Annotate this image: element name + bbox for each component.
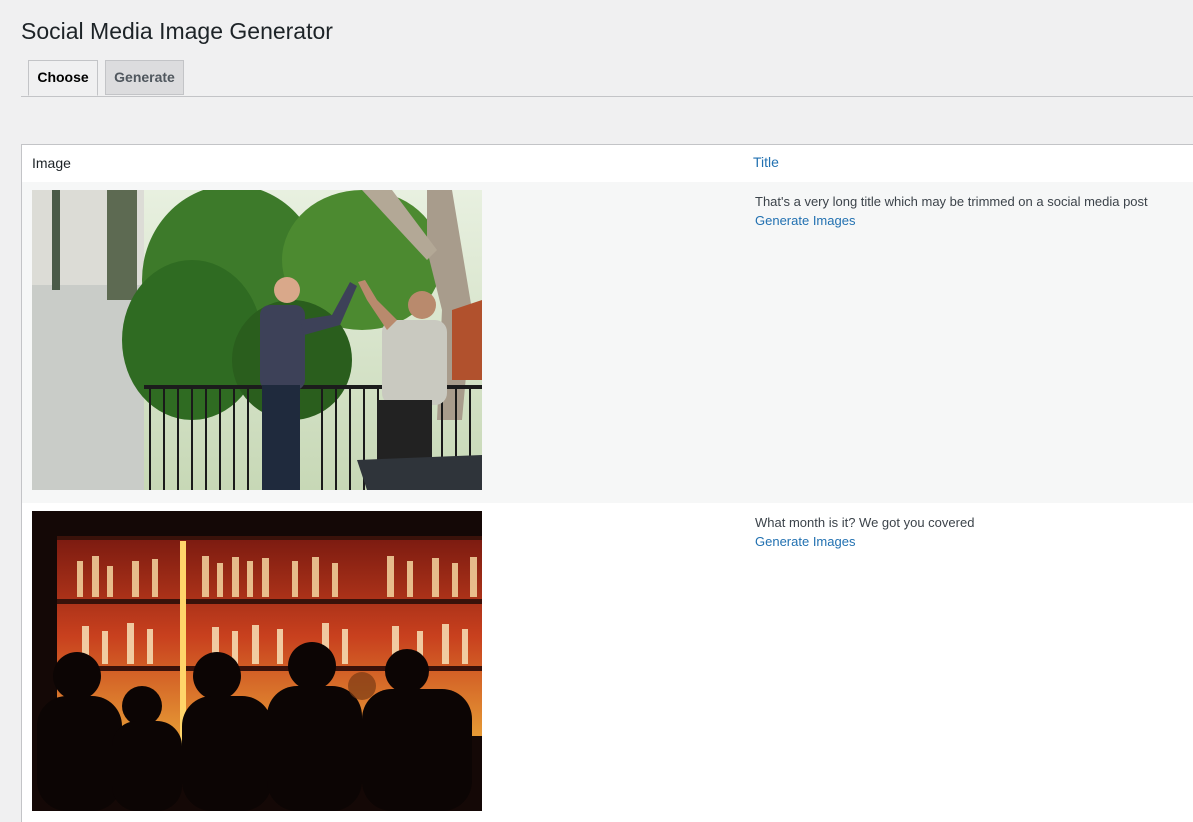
admin-page: Social Media Image Generator Choose Gene… [0, 0, 1193, 822]
tab-choose[interactable]: Choose [28, 60, 98, 96]
generate-images-link[interactable]: Generate Images [755, 211, 855, 230]
table-row: That's a very long title which may be tr… [22, 182, 1193, 503]
title-cell: That's a very long title which may be tr… [755, 193, 1193, 230]
tab-generate[interactable]: Generate [105, 60, 184, 95]
photo-two-men-high-five-icon [32, 190, 482, 490]
post-thumbnail [32, 511, 482, 811]
page-title: Social Media Image Generator [21, 18, 333, 44]
photo-bar-crowd-icon [32, 511, 482, 811]
column-header-title-sort-link[interactable]: Title [753, 154, 779, 170]
tab-bar: Choose Generate [21, 60, 1193, 97]
post-title: That's a very long title which may be tr… [755, 194, 1148, 209]
post-title: What month is it? We got you covered [755, 515, 975, 530]
generate-images-link[interactable]: Generate Images [755, 532, 855, 551]
images-table: Image Title That's a very long title whi… [21, 144, 1193, 822]
title-cell: What month is it? We got you covered Gen… [755, 514, 1193, 551]
post-thumbnail [32, 190, 482, 490]
table-row: What month is it? We got you covered Gen… [22, 503, 1193, 822]
column-header-image: Image [32, 155, 71, 171]
table-header: Image Title [22, 145, 1193, 183]
